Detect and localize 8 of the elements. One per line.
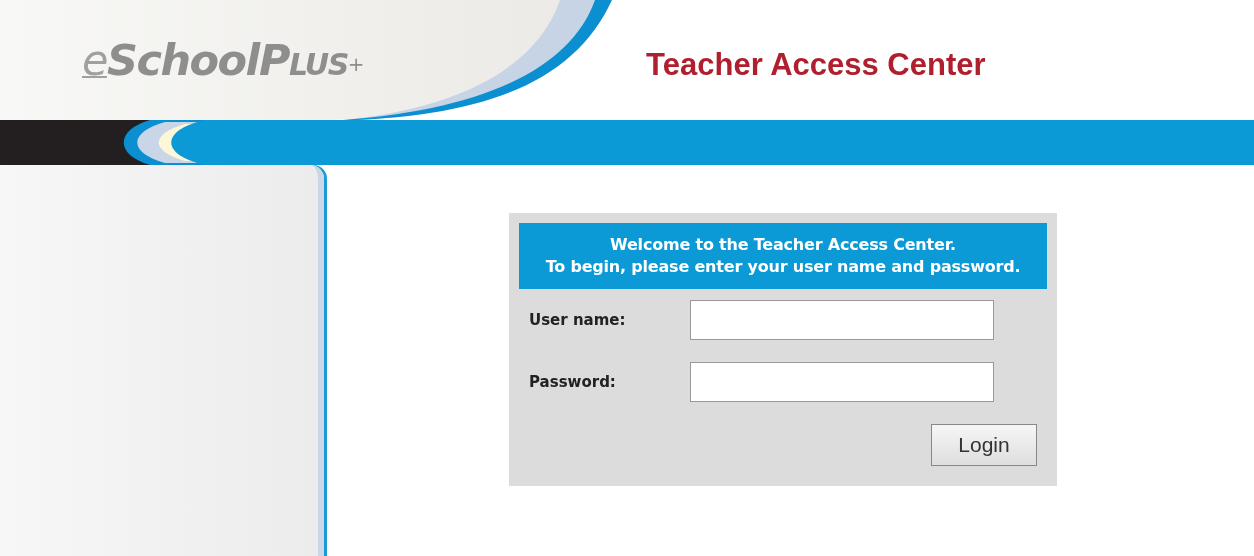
page-title: Teacher Access Center [646,47,986,83]
welcome-text: To begin, please enter your user name and password. [544,256,1022,278]
input-field[interactable] [690,300,994,340]
login-button[interactable]: Login [931,424,1037,466]
welcome-text: Welcome to the Teacher Access Center. [609,234,957,256]
input-field[interactable] [690,362,994,402]
field-label: Password: [528,373,617,391]
field-label: User name: [528,311,627,329]
